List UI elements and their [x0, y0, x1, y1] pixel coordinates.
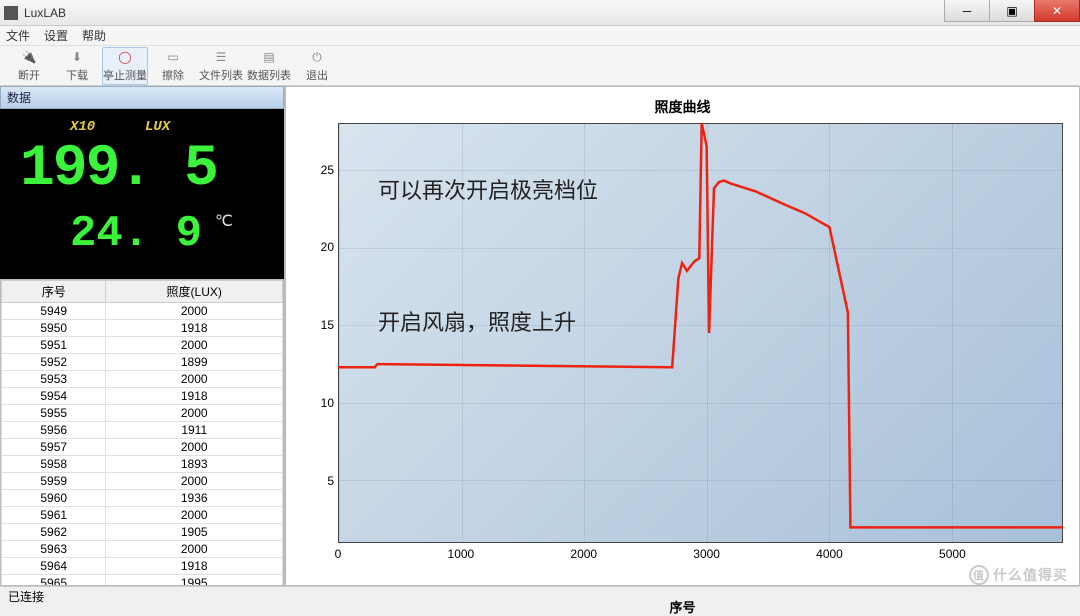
- table-row[interactable]: 59612000: [2, 507, 283, 524]
- tool-disconnect[interactable]: 🔌 断开: [6, 47, 52, 85]
- lcd-temp-value: 24. 9: [70, 209, 202, 259]
- lifebuoy-icon: ◯: [115, 48, 135, 66]
- menu-help[interactable]: 帮助: [82, 27, 106, 44]
- watermark: 值 什么值得买: [969, 565, 1068, 585]
- xtick: 3000: [693, 543, 720, 561]
- table-row[interactable]: 59601936: [2, 490, 283, 507]
- ytick: 15: [321, 318, 338, 332]
- data-list-icon: ▤: [259, 48, 279, 66]
- ytick: 5: [327, 474, 338, 488]
- tool-file-list[interactable]: ☰ 文件列表: [198, 47, 244, 85]
- left-panel: 数据 X10 LUX 199. 5 24. 9 ℃ 序号 照度(LUX) 594…: [0, 86, 285, 586]
- watermark-text: 什么值得买: [993, 565, 1068, 585]
- chart-xlabel: 序号: [290, 579, 1075, 616]
- lcd-lux-label: LUX: [145, 119, 170, 135]
- table-row[interactable]: 59552000: [2, 405, 283, 422]
- data-panel-header: 数据: [0, 86, 284, 109]
- ytick: 10: [321, 396, 338, 410]
- main-area: 数据 X10 LUX 199. 5 24. 9 ℃ 序号 照度(LUX) 594…: [0, 86, 1080, 586]
- table-row[interactable]: 59532000: [2, 371, 283, 388]
- menu-settings[interactable]: 设置: [44, 27, 68, 44]
- ytick: 25: [321, 163, 338, 177]
- table-row[interactable]: 59592000: [2, 473, 283, 490]
- tool-stop-measure[interactable]: ◯ 亭止测量: [102, 47, 148, 85]
- table-row[interactable]: 59572000: [2, 439, 283, 456]
- file-list-icon: ☰: [211, 48, 231, 66]
- table-row[interactable]: 59492000: [2, 303, 283, 320]
- toolbar: 🔌 断开 ⬇ 下载 ◯ 亭止测量 ▭ 擦除 ☰ 文件列表 ▤ 数据列表 ⏻ 退出: [0, 46, 1080, 86]
- download-icon: ⬇: [67, 48, 87, 66]
- plug-icon: 🔌: [19, 48, 39, 66]
- exit-icon: ⏻: [307, 48, 327, 66]
- minimize-button[interactable]: ─: [944, 0, 990, 22]
- app-icon: [4, 6, 18, 20]
- table-row[interactable]: 59541918: [2, 388, 283, 405]
- watermark-icon: 值: [969, 565, 989, 585]
- lcd-x10-label: X10: [70, 119, 95, 135]
- maximize-button[interactable]: ▣: [989, 0, 1035, 22]
- data-table[interactable]: 序号 照度(LUX) 59492000595019185951200059521…: [0, 279, 284, 586]
- annotation-1: 可以再次开启极亮档位: [378, 173, 598, 205]
- xtick: 0: [335, 543, 342, 561]
- lcd-main-value: 199. 5: [20, 137, 217, 202]
- table-row[interactable]: 59632000: [2, 541, 283, 558]
- xtick: 4000: [816, 543, 843, 561]
- col-lux[interactable]: 照度(LUX): [106, 281, 283, 303]
- eraser-icon: ▭: [163, 48, 183, 66]
- plot-area: 可以再次开启极亮档位 开启风扇，照度上升 5101520250100020003…: [338, 123, 1063, 543]
- col-index[interactable]: 序号: [2, 281, 106, 303]
- table-row[interactable]: 59651995: [2, 575, 283, 587]
- chart-panel: 照度曲线 照度值(LUX) (10^3) 可以再次开启极亮档位 开启风扇，照度上…: [285, 86, 1080, 586]
- chart-title: 照度曲线: [290, 91, 1075, 123]
- table-row[interactable]: 59501918: [2, 320, 283, 337]
- lcd-display: X10 LUX 199. 5 24. 9 ℃: [0, 109, 284, 279]
- table-row[interactable]: 59641918: [2, 558, 283, 575]
- window-controls: ─ ▣ ✕: [945, 0, 1080, 22]
- lcd-temp-unit: ℃: [215, 211, 233, 231]
- xtick: 5000: [939, 543, 966, 561]
- xtick: 2000: [570, 543, 597, 561]
- titlebar: LuxLAB ─ ▣ ✕: [0, 0, 1080, 26]
- xtick: 1000: [448, 543, 475, 561]
- table-row[interactable]: 59521899: [2, 354, 283, 371]
- table-row[interactable]: 59512000: [2, 337, 283, 354]
- tool-clear[interactable]: ▭ 擦除: [150, 47, 196, 85]
- status-connected: 已连接: [8, 588, 44, 605]
- table-row[interactable]: 59561911: [2, 422, 283, 439]
- annotation-2: 开启风扇，照度上升: [378, 305, 576, 337]
- table-row[interactable]: 59581893: [2, 456, 283, 473]
- tool-download[interactable]: ⬇ 下载: [54, 47, 100, 85]
- ytick: 20: [321, 240, 338, 254]
- window-title: LuxLAB: [24, 6, 1076, 20]
- table-row[interactable]: 59621905: [2, 524, 283, 541]
- menu-file[interactable]: 文件: [6, 27, 30, 44]
- menubar: 文件 设置 帮助: [0, 26, 1080, 46]
- tool-exit[interactable]: ⏻ 退出: [294, 47, 340, 85]
- close-button[interactable]: ✕: [1034, 0, 1080, 22]
- tool-data-list[interactable]: ▤ 数据列表: [246, 47, 292, 85]
